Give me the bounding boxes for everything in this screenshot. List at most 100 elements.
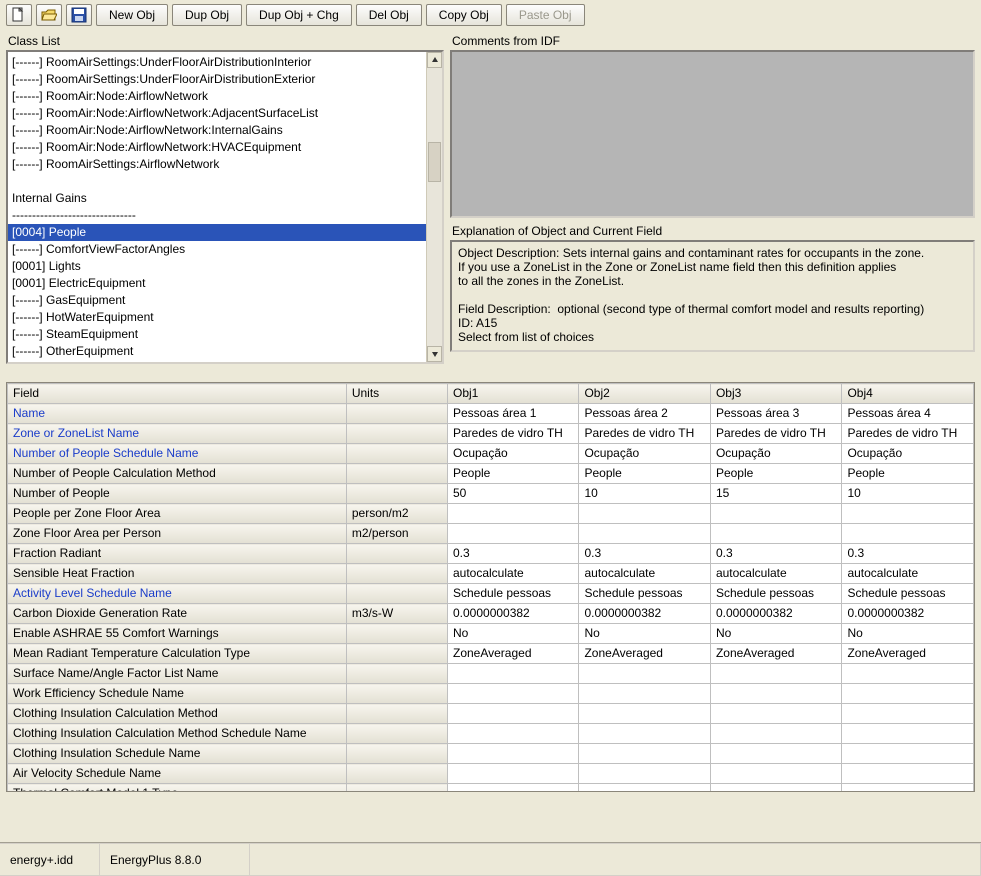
class-list-item[interactable]: [------] RoomAir:Node:AirflowNetwork	[8, 88, 426, 105]
class-list-item[interactable]: Internal Gains	[8, 190, 426, 207]
cell[interactable]: autocalculate	[579, 564, 710, 584]
cell[interactable]: autocalculate	[447, 564, 578, 584]
cell[interactable]	[842, 744, 974, 764]
col-obj3[interactable]: Obj3	[710, 384, 841, 404]
cell[interactable]	[842, 504, 974, 524]
field-name[interactable]: Number of People Schedule Name	[8, 444, 347, 464]
cell[interactable]: 0.0000000382	[447, 604, 578, 624]
class-list-item[interactable]: [------] RoomAir:Node:AirflowNetwork:Adj…	[8, 105, 426, 122]
class-list-item[interactable]: -------------------------------	[8, 207, 426, 224]
cell[interactable]	[710, 684, 841, 704]
field-name[interactable]: Activity Level Schedule Name	[8, 584, 347, 604]
cell[interactable]: ZoneAveraged	[579, 644, 710, 664]
cell[interactable]	[579, 684, 710, 704]
field-name[interactable]: Work Efficiency Schedule Name	[8, 684, 347, 704]
cell[interactable]: 10	[842, 484, 974, 504]
cell[interactable]: Pessoas área 2	[579, 404, 710, 424]
cell[interactable]: 0.0000000382	[710, 604, 841, 624]
cell[interactable]: Paredes de vidro TH	[710, 424, 841, 444]
cell[interactable]: 0.0000000382	[842, 604, 974, 624]
field-name[interactable]: Sensible Heat Fraction	[8, 564, 347, 584]
new-obj-button[interactable]: New Obj	[96, 4, 168, 26]
class-list-item[interactable]: [------] RoomAir:Node:AirflowNetwork:Int…	[8, 122, 426, 139]
field-name[interactable]: Number of People	[8, 484, 347, 504]
field-name[interactable]: Carbon Dioxide Generation Rate	[8, 604, 347, 624]
cell[interactable]: autocalculate	[710, 564, 841, 584]
scroll-thumb[interactable]	[428, 142, 441, 182]
cell[interactable]	[579, 744, 710, 764]
class-list-item[interactable]: [0004] People	[8, 224, 426, 241]
cell[interactable]: Pessoas área 1	[447, 404, 578, 424]
field-name[interactable]: Number of People Calculation Method	[8, 464, 347, 484]
cell[interactable]	[447, 764, 578, 784]
open-file-icon[interactable]	[36, 4, 62, 26]
field-name[interactable]: Mean Radiant Temperature Calculation Typ…	[8, 644, 347, 664]
cell[interactable]	[579, 524, 710, 544]
cell[interactable]	[447, 704, 578, 724]
field-name[interactable]: People per Zone Floor Area	[8, 504, 347, 524]
cell[interactable]: Schedule pessoas	[710, 584, 841, 604]
scrollbar[interactable]	[426, 52, 442, 362]
cell[interactable]	[842, 784, 974, 793]
scroll-down-icon[interactable]	[427, 346, 442, 362]
cell[interactable]: People	[842, 464, 974, 484]
class-list-item[interactable]: [------] RoomAirSettings:AirflowNetwork	[8, 156, 426, 173]
del-obj-button[interactable]: Del Obj	[356, 4, 422, 26]
cell[interactable]: No	[842, 624, 974, 644]
cell[interactable]	[447, 724, 578, 744]
cell[interactable]	[447, 664, 578, 684]
col-field[interactable]: Field	[8, 384, 347, 404]
field-name[interactable]: Surface Name/Angle Factor List Name	[8, 664, 347, 684]
cell[interactable]	[842, 704, 974, 724]
cell[interactable]	[842, 524, 974, 544]
cell[interactable]	[710, 764, 841, 784]
scroll-up-icon[interactable]	[427, 52, 442, 68]
cell[interactable]	[579, 664, 710, 684]
class-list-item[interactable]: [------] HotWaterEquipment	[8, 309, 426, 326]
cell[interactable]	[710, 524, 841, 544]
cell[interactable]: Paredes de vidro TH	[447, 424, 578, 444]
cell[interactable]	[447, 784, 578, 793]
cell[interactable]	[579, 764, 710, 784]
cell[interactable]: Schedule pessoas	[579, 584, 710, 604]
cell[interactable]	[447, 684, 578, 704]
cell[interactable]: autocalculate	[842, 564, 974, 584]
cell[interactable]	[579, 784, 710, 793]
col-units[interactable]: Units	[346, 384, 447, 404]
cell[interactable]: No	[579, 624, 710, 644]
class-list-item[interactable]: [------] RoomAirSettings:UnderFloorAirDi…	[8, 54, 426, 71]
cell[interactable]: 0.3	[842, 544, 974, 564]
cell[interactable]: ZoneAveraged	[710, 644, 841, 664]
cell[interactable]: No	[710, 624, 841, 644]
cell[interactable]	[710, 504, 841, 524]
field-name[interactable]: Enable ASHRAE 55 Comfort Warnings	[8, 624, 347, 644]
class-list[interactable]: [------] RoomAirSettings:UnderFloorAirDi…	[6, 50, 444, 364]
class-list-item[interactable]: [------] GasEquipment	[8, 292, 426, 309]
field-name[interactable]: Clothing Insulation Schedule Name	[8, 744, 347, 764]
cell[interactable]	[710, 724, 841, 744]
cell[interactable]: 0.3	[579, 544, 710, 564]
cell[interactable]: Ocupação	[710, 444, 841, 464]
cell[interactable]	[710, 744, 841, 764]
class-list-item[interactable]: [------] OtherEquipment	[8, 343, 426, 360]
cell[interactable]: Pessoas área 4	[842, 404, 974, 424]
dup-obj-chg-button[interactable]: Dup Obj + Chg	[246, 4, 352, 26]
cell[interactable]: Paredes de vidro TH	[579, 424, 710, 444]
cell[interactable]	[842, 764, 974, 784]
dup-obj-button[interactable]: Dup Obj	[172, 4, 242, 26]
cell[interactable]: People	[447, 464, 578, 484]
field-name[interactable]: Clothing Insulation Calculation Method S…	[8, 724, 347, 744]
col-obj4[interactable]: Obj4	[842, 384, 974, 404]
cell[interactable]: 10	[579, 484, 710, 504]
class-list-item[interactable]: [------] ComfortViewFactorAngles	[8, 241, 426, 258]
cell[interactable]	[447, 504, 578, 524]
save-file-icon[interactable]	[66, 4, 92, 26]
cell[interactable]	[842, 684, 974, 704]
new-file-icon[interactable]	[6, 4, 32, 26]
cell[interactable]: Ocupação	[447, 444, 578, 464]
col-obj1[interactable]: Obj1	[447, 384, 578, 404]
fields-grid[interactable]: Field Units Obj1 Obj2 Obj3 Obj4 NamePess…	[6, 382, 975, 792]
cell[interactable]: 50	[447, 484, 578, 504]
class-list-item[interactable]: [0001] Lights	[8, 258, 426, 275]
cell[interactable]: Paredes de vidro TH	[842, 424, 974, 444]
